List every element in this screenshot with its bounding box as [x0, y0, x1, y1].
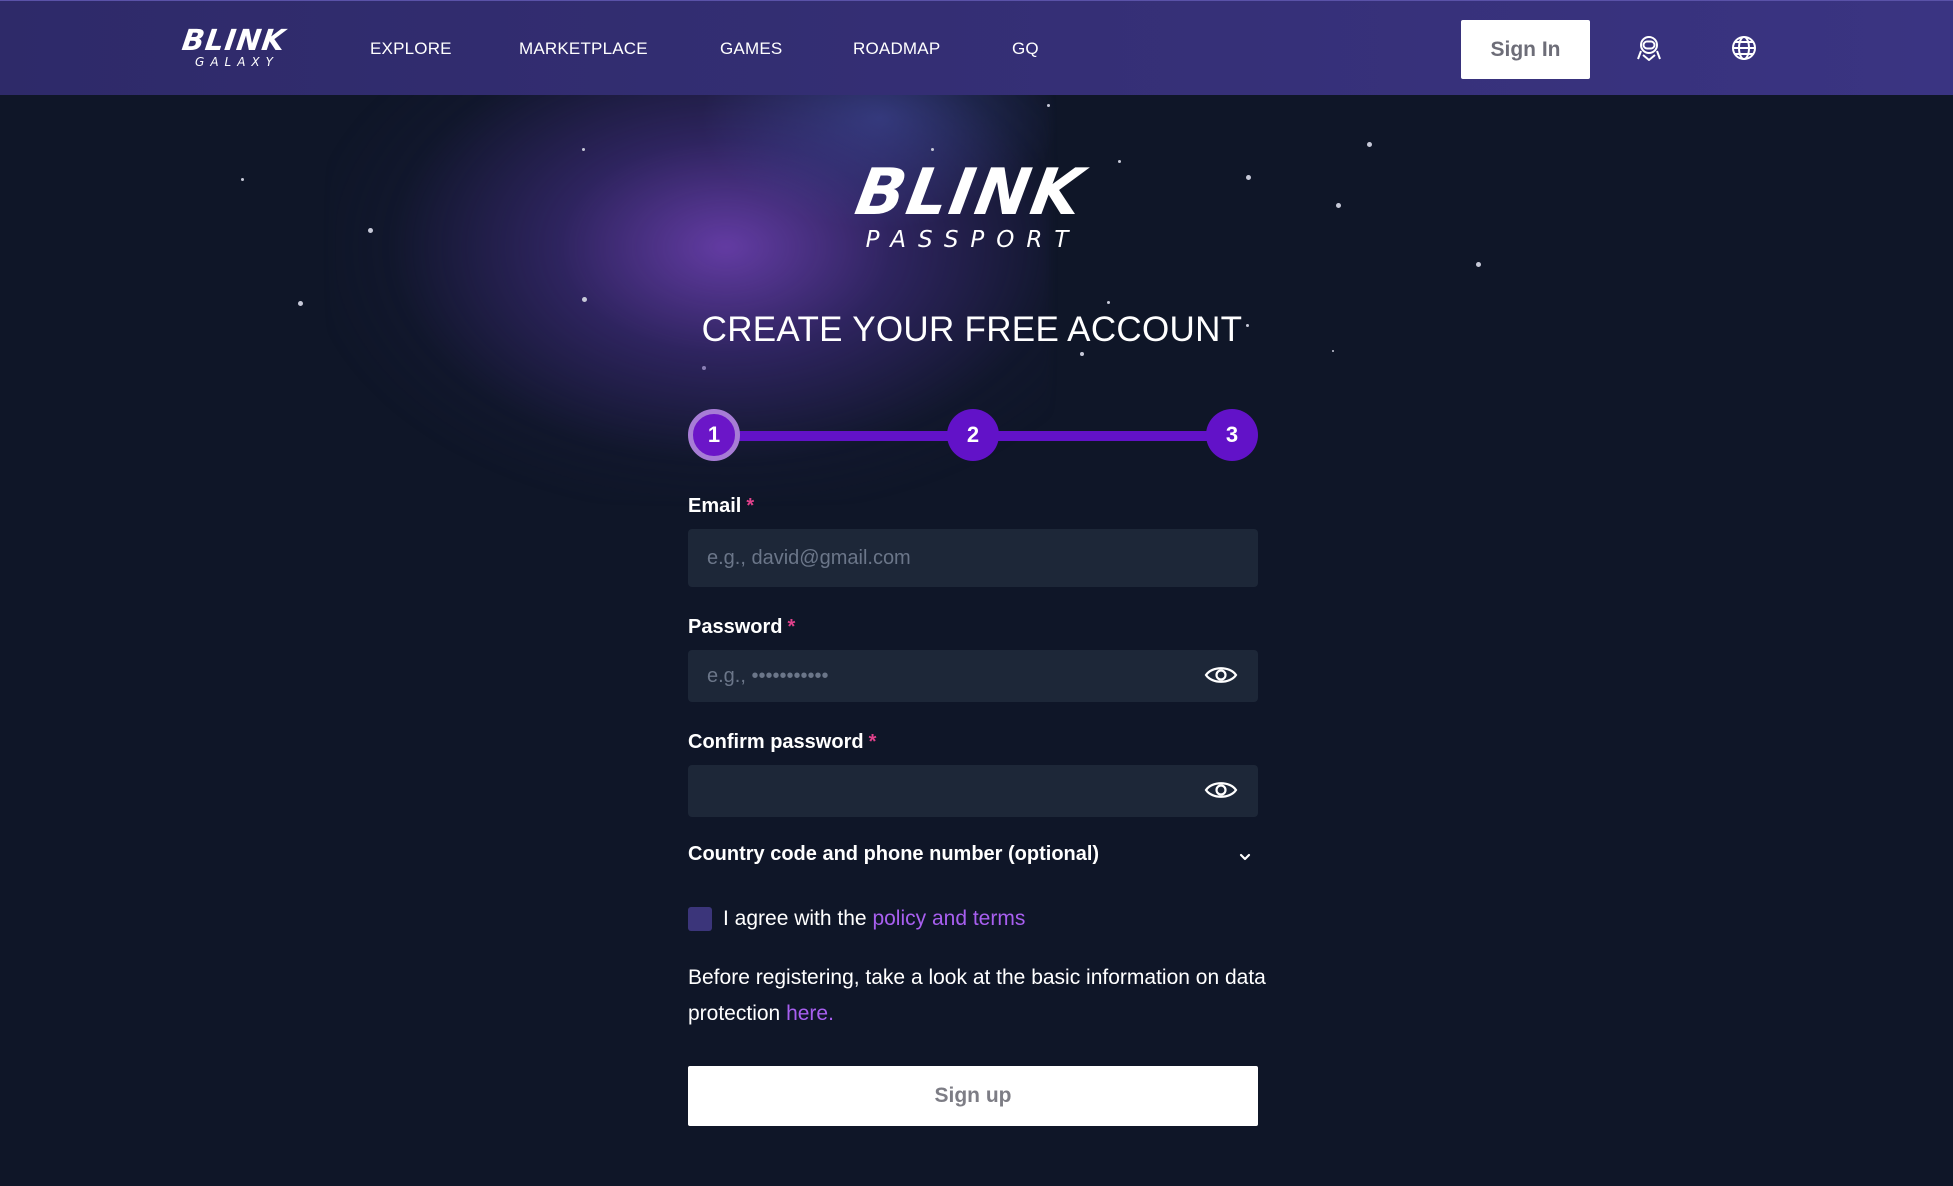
confirm-password-field[interactable] — [688, 765, 1258, 817]
logo-wordmark: BLINK — [180, 23, 288, 57]
email-field[interactable] — [688, 529, 1258, 587]
step-3: 3 — [1206, 409, 1258, 461]
eye-icon[interactable] — [1204, 778, 1238, 802]
agree-text: I agree with the policy and terms — [723, 907, 1025, 931]
signup-stepper: 1 2 3 — [688, 409, 1258, 461]
password-label-text: Password — [688, 616, 783, 638]
data-protection-link[interactable]: here. — [786, 1002, 834, 1025]
page-title: CREATE YOUR FREE ACCOUNT — [701, 310, 1243, 349]
confirm-password-label: Confirm password * — [688, 731, 876, 754]
step-1: 1 — [688, 409, 740, 461]
sign-in-button[interactable]: Sign In — [1461, 20, 1590, 79]
required-mark: * — [746, 495, 755, 517]
agree-checkbox[interactable] — [688, 907, 712, 931]
nav-item-explore[interactable]: EXPLORE — [370, 39, 452, 59]
chevron-down-icon[interactable] — [1238, 850, 1252, 864]
nav-item-games[interactable]: GAMES — [720, 39, 782, 59]
blink-galaxy-logo[interactable]: BLINK GALAXY — [172, 23, 296, 75]
passport-wordmark: BLINK — [850, 156, 1090, 230]
nav-item-marketplace[interactable]: MARKETPLACE — [519, 39, 648, 59]
step-2: 2 — [947, 409, 999, 461]
password-label: Password * — [688, 616, 795, 639]
confirm-password-label-text: Confirm password — [688, 731, 864, 753]
passport-subtitle: PASSPORT — [865, 227, 1081, 253]
top-navigation-bar: BLINK GALAXY EXPLORE MARKETPLACE GAMES R… — [0, 0, 1953, 95]
phone-number-toggle[interactable]: Country code and phone number (optional) — [688, 843, 1258, 873]
nav-item-roadmap[interactable]: ROADMAP — [853, 39, 940, 59]
sign-up-button[interactable]: Sign up — [688, 1066, 1258, 1126]
password-field[interactable] — [688, 650, 1258, 702]
email-label: Email * — [688, 495, 754, 518]
blink-passport-logo: BLINK PASSPORT — [830, 156, 1110, 270]
agree-prefix: I agree with the — [723, 907, 867, 930]
logo-subtitle: GALAXY — [195, 55, 279, 69]
required-mark: * — [868, 731, 877, 753]
globe-icon[interactable] — [1729, 33, 1759, 63]
data-protection-text: Before registering, take a look at the b… — [688, 966, 1266, 1025]
astronaut-icon[interactable] — [1634, 33, 1664, 63]
policy-and-terms-link[interactable]: policy and terms — [872, 907, 1025, 930]
nav-item-gq[interactable]: GQ — [1012, 39, 1039, 59]
email-label-text: Email — [688, 495, 742, 517]
eye-icon[interactable] — [1204, 663, 1238, 687]
data-protection-info: Before registering, take a look at the b… — [688, 960, 1268, 1032]
required-mark: * — [787, 616, 796, 638]
